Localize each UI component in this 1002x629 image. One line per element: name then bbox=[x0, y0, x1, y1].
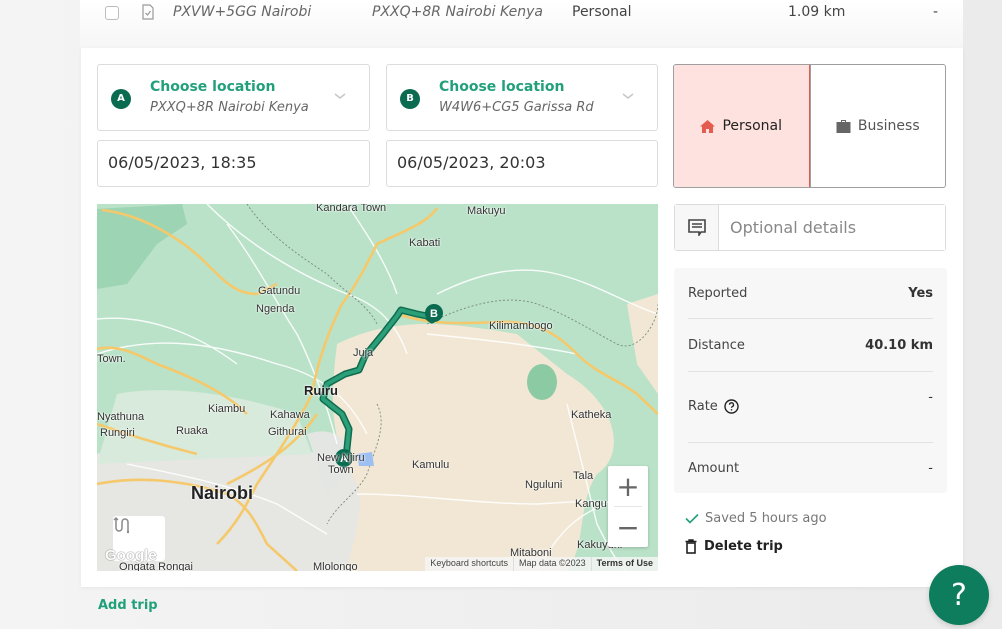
row-checkbox[interactable] bbox=[105, 6, 119, 20]
marker-a-icon: A bbox=[111, 89, 131, 109]
trash-icon bbox=[685, 539, 697, 554]
personal-option-label: Personal bbox=[722, 118, 782, 134]
personal-option[interactable]: Personal bbox=[674, 65, 810, 187]
map-label: New Njiru bbox=[317, 452, 365, 464]
trip-edit-card: A Choose location PXXQ+8R Nairobi Kenya … bbox=[81, 48, 963, 587]
map-label: Kahawa bbox=[270, 409, 310, 421]
summary-row-amount: Amount - bbox=[688, 443, 933, 493]
delete-trip-button[interactable]: Delete trip bbox=[685, 539, 783, 554]
document-check-icon bbox=[142, 4, 154, 20]
check-icon bbox=[685, 513, 699, 524]
chevron-down-icon bbox=[334, 93, 346, 99]
briefcase-icon bbox=[836, 119, 851, 133]
business-option-label: Business bbox=[857, 118, 920, 134]
end-location-select[interactable]: B Choose location W4W6+CG5 Garissa Rd bbox=[386, 64, 658, 131]
map-tiles: A B bbox=[97, 204, 658, 571]
start-location-select[interactable]: A Choose location PXXQ+8R Nairobi Kenya bbox=[97, 64, 370, 131]
map-label: Kamulu bbox=[412, 459, 450, 471]
previous-trip-type: Personal bbox=[572, 4, 632, 20]
reported-value: Yes bbox=[908, 285, 933, 301]
purpose-toggle: Personal Business bbox=[673, 64, 946, 188]
previous-trip-distance: 1.09 km bbox=[788, 4, 846, 20]
previous-trip-to: PXXQ+8R Nairobi Kenya bbox=[372, 4, 543, 20]
keyboard-shortcuts-link[interactable]: Keyboard shortcuts bbox=[425, 557, 513, 571]
saved-status-text: Saved 5 hours ago bbox=[705, 511, 827, 526]
optional-details-field bbox=[674, 204, 946, 251]
previous-trip-from: PXVW+5GG Nairobi bbox=[173, 4, 312, 20]
end-location-value: W4W6+CG5 Garissa Rd bbox=[439, 100, 594, 115]
map-label: Makuyu bbox=[467, 205, 506, 217]
map-label: Town. bbox=[97, 353, 126, 365]
chevron-down-icon bbox=[622, 93, 634, 99]
map-label: Nguluni bbox=[525, 479, 563, 491]
rate-label: Rate bbox=[688, 399, 718, 414]
route-icon bbox=[113, 517, 129, 534]
route-end-marker[interactable]: B bbox=[425, 304, 443, 322]
svg-text:B: B bbox=[430, 308, 438, 320]
marker-b-icon: B bbox=[400, 89, 420, 109]
map-label: Nyathuna bbox=[97, 411, 145, 423]
delete-trip-label: Delete trip bbox=[704, 539, 783, 554]
reported-label: Reported bbox=[688, 285, 748, 301]
terms-of-use-link[interactable]: Terms of Use bbox=[590, 557, 658, 571]
map-label: Kabati bbox=[409, 237, 441, 249]
summary-row-distance: Distance 40.10 km bbox=[688, 319, 933, 372]
map-label: Ruiru bbox=[304, 383, 338, 398]
map-label: Katheka bbox=[571, 409, 612, 421]
distance-label: Distance bbox=[688, 337, 745, 353]
map-label: Juja bbox=[353, 347, 374, 359]
saved-status: Saved 5 hours ago bbox=[685, 511, 827, 526]
end-datetime-input[interactable]: 06/05/2023, 20:03 bbox=[386, 140, 658, 187]
help-button[interactable]: ? bbox=[929, 565, 989, 625]
business-option[interactable]: Business bbox=[809, 65, 946, 187]
zoom-out-button[interactable]: − bbox=[608, 507, 648, 547]
help-circle-icon[interactable] bbox=[724, 399, 739, 414]
map-label: Kangu bbox=[575, 498, 607, 510]
trip-summary: Reported Yes Distance 40.10 km Rate - Am… bbox=[674, 268, 947, 493]
start-location-value: PXXQ+8R Nairobi Kenya bbox=[150, 100, 309, 115]
map-zoom-control: + − bbox=[608, 466, 648, 547]
previous-trip-row[interactable]: PXVW+5GG Nairobi PXXQ+8R Nairobi Kenya P… bbox=[80, 0, 963, 48]
map-label: Kilimambogo bbox=[489, 320, 553, 332]
summary-row-rate: Rate - bbox=[688, 372, 933, 443]
distance-value: 40.10 km bbox=[865, 337, 933, 353]
map-label: Ngenda bbox=[256, 303, 295, 315]
route-map[interactable]: A B Kandara Town Makuyu Kabati Gatundu N… bbox=[97, 204, 658, 571]
optional-details-input[interactable] bbox=[719, 205, 945, 250]
add-trip-button[interactable]: Add trip bbox=[98, 598, 158, 613]
home-icon bbox=[700, 119, 716, 133]
start-location-label: Choose location bbox=[150, 79, 276, 95]
amount-label: Amount bbox=[688, 460, 740, 476]
amount-value: - bbox=[928, 460, 933, 476]
zoom-in-button[interactable]: + bbox=[608, 466, 648, 506]
start-datetime-input[interactable]: 06/05/2023, 18:35 bbox=[97, 140, 370, 187]
map-label: Rungiri bbox=[100, 427, 135, 439]
map-attribution: Keyboard shortcuts Map data ©2023 Terms … bbox=[425, 557, 658, 571]
map-label: Tala bbox=[573, 470, 594, 482]
map-label: Ruaka bbox=[176, 425, 208, 437]
map-label: Mlolongo bbox=[313, 561, 358, 571]
map-data-text: Map data ©2023 bbox=[512, 557, 591, 571]
end-location-label: Choose location bbox=[439, 79, 565, 95]
summary-row-reported: Reported Yes bbox=[688, 268, 933, 319]
map-label: Kandara Town bbox=[316, 204, 387, 214]
map-label: Kiambu bbox=[208, 403, 246, 415]
map-label: Githurai bbox=[268, 426, 307, 438]
comment-icon bbox=[675, 205, 719, 250]
map-label: Nairobi bbox=[191, 483, 254, 503]
map-label: Town bbox=[328, 464, 354, 476]
map-label: Gatundu bbox=[258, 285, 301, 297]
google-logo: Google bbox=[105, 547, 157, 564]
previous-trip-amount: - bbox=[933, 4, 939, 20]
rate-value: - bbox=[928, 390, 933, 405]
